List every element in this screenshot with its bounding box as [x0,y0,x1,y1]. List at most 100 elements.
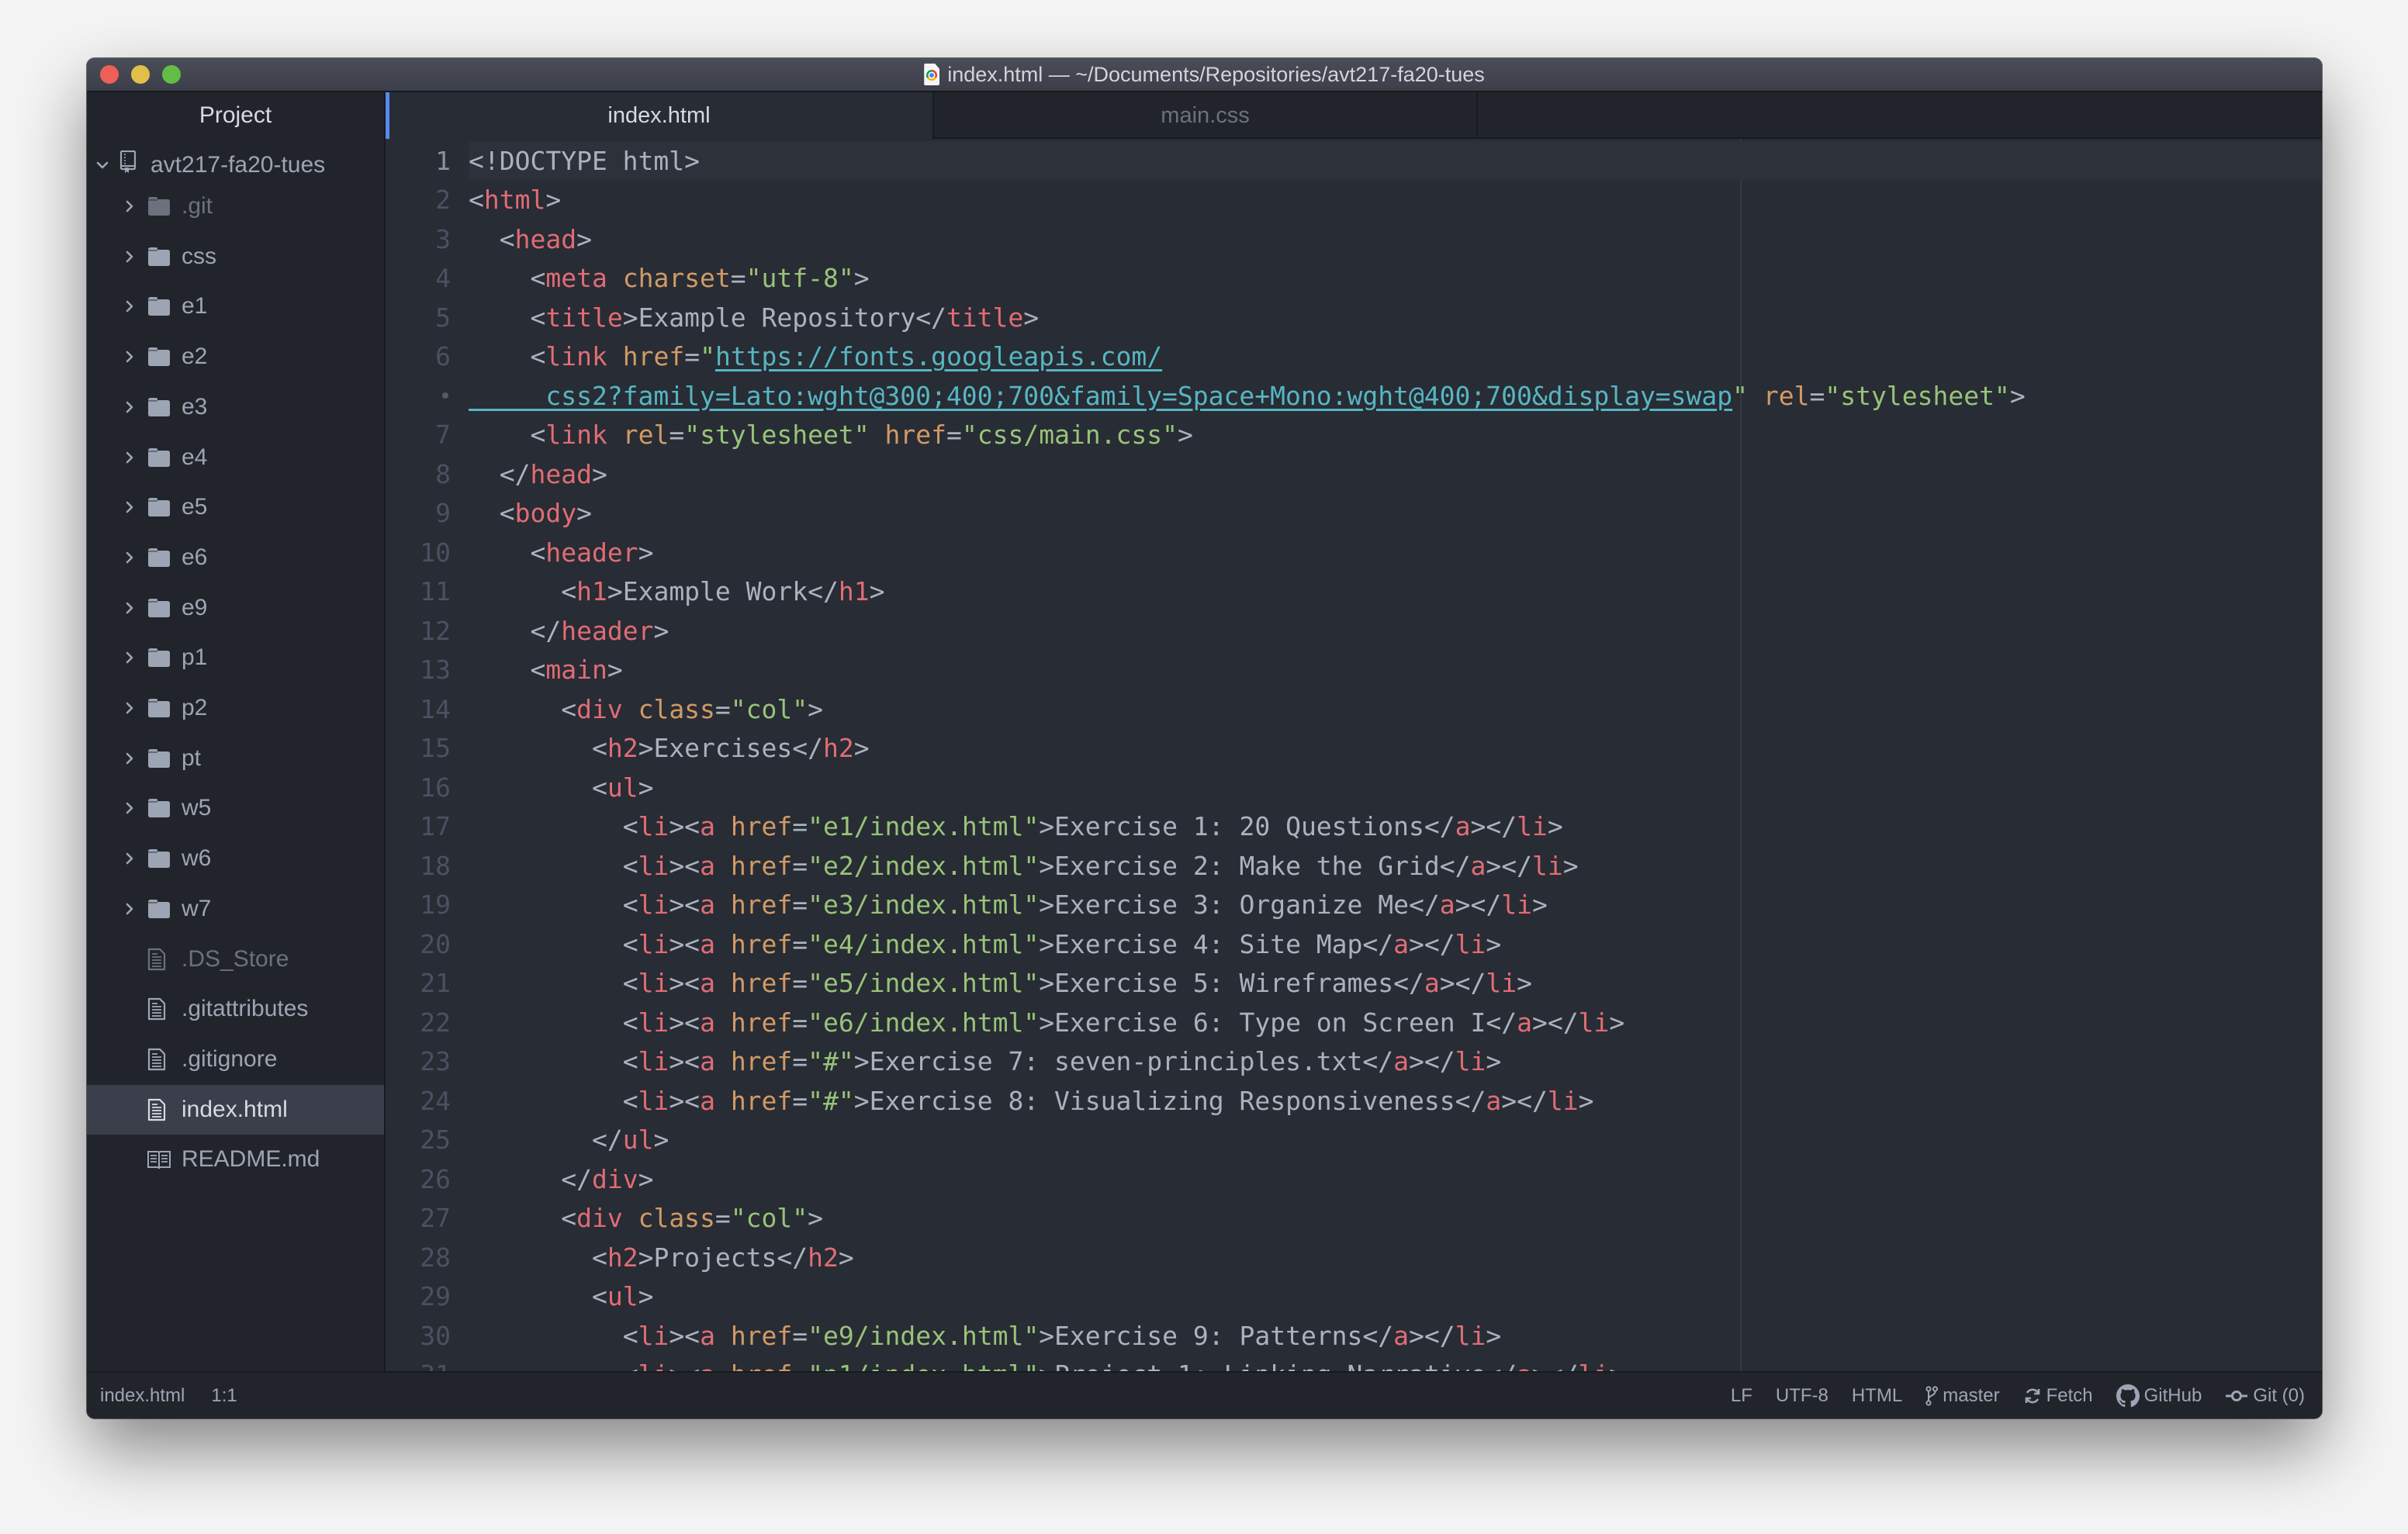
status-line-ending[interactable]: LF [1731,1385,1752,1407]
code-punctuation: ></ [1409,1320,1455,1351]
chevron-right-icon[interactable] [122,700,137,716]
chevron-right-icon[interactable] [122,550,137,565]
tab-index-html[interactable]: index.html [386,92,932,139]
chevron-right-icon[interactable] [122,349,137,364]
status-file-name[interactable]: index.html [100,1385,185,1407]
code-line[interactable]: 21 < li >< a href = "e5/index.html" >Exercise … [386,964,2322,1004]
status-cursor-position[interactable]: 1:1 [211,1385,237,1407]
tree-item-w5[interactable]: w5 [87,783,384,833]
code-editor[interactable]: 1 <!DOCTYPE html> 2 < html >3 < head >4 < meta c… [386,139,2322,1371]
chevron-right-icon[interactable] [122,249,137,264]
code-punctuation: ></ [1409,1046,1455,1077]
code-line[interactable]: 14 < div class = "col" > [386,689,2322,729]
code-line[interactable]: 26 </div > [386,1159,2322,1199]
code-line[interactable]: 18 < li >< a href = "e2/index.html" >Exercise … [386,846,2322,886]
code-line[interactable]: 5 < title >Example Repository</title > [386,298,2322,337]
chevron-right-icon[interactable] [122,901,137,917]
tree-item-p1[interactable]: p1 [87,633,384,682]
code-line[interactable]: 2 < html > [386,181,2322,220]
tree-item-e6[interactable]: e6 [87,533,384,582]
status-branch[interactable]: master [1925,1385,2000,1407]
code-line[interactable]: 10 < header > [386,533,2322,572]
tree-item-e4[interactable]: e4 [87,433,384,482]
code-punctuation: >Project 1: Linking Narrative</ [1039,1360,1517,1371]
code-punctuation: > [1486,1320,1502,1351]
chevron-right-icon[interactable] [122,851,137,866]
code-punctuation: = [792,850,808,881]
line-number: 20 [420,928,451,959]
chevron-right-icon[interactable] [122,450,137,465]
project-panel-header[interactable]: Project [87,92,384,139]
code-line[interactable]: 13 < main > [386,651,2322,690]
code-punctuation: > [1486,1046,1502,1077]
tree-item-e5[interactable]: e5 [87,482,384,532]
tree-item-pt[interactable]: pt [87,734,384,783]
code-punctuation: > [1517,968,1532,999]
chevron-right-icon[interactable] [122,499,137,515]
status-github[interactable]: GitHub [2116,1384,2202,1408]
code-punctuation: >< [669,1007,701,1038]
code-line[interactable]: 6 < link href = " https://fonts.googleapis.c… [386,337,2322,377]
tree-item-index-html[interactable]: index.html [87,1084,384,1135]
soft-wrap-indicator [386,392,451,399]
tree-item-label: e2 [182,344,208,370]
code-line[interactable]: 15 < h2 >Exercises</h2 > [386,729,2322,769]
chevron-right-icon[interactable] [122,751,137,766]
code-line[interactable]: 25 </ul > [386,1121,2322,1160]
status-git[interactable]: Git (0) [2225,1385,2305,1407]
status-encoding[interactable]: UTF-8 [1776,1385,1828,1407]
code-line[interactable]: 8 </head > [386,454,2322,494]
code-url-link[interactable]: https://fonts.googleapis.com/ [715,341,1162,371]
folder-icon [147,598,171,618]
status-fetch[interactable]: Fetch [2023,1385,2093,1407]
code-line[interactable]: 19 < li >< a href = "e3/index.html" >Exercise … [386,886,2322,925]
file-text-icon [147,948,166,971]
tree-item-e1[interactable]: e1 [87,282,384,331]
chevron-down-icon[interactable] [95,157,110,173]
tree-item-p2[interactable]: p2 [87,683,384,733]
chevron-right-icon[interactable] [122,399,137,415]
tree-item-e9[interactable]: e9 [87,583,384,633]
code-line[interactable]: 1 <!DOCTYPE html> [386,141,2322,181]
tree-item-e3[interactable]: e3 [87,382,384,432]
chevron-right-icon[interactable] [122,600,137,616]
tree-item-ds-store[interactable]: .DS_Store [87,935,384,984]
code-attribute: href [730,850,793,881]
status-grammar[interactable]: HTML [1852,1385,1902,1407]
git-branch-icon [1925,1385,1939,1406]
code-line[interactable]: 16 < ul > [386,768,2322,807]
chevron-right-icon[interactable] [122,800,137,816]
tree-item-gitignore[interactable]: .gitignore [87,1035,384,1084]
code-line[interactable]: 3 < head > [386,219,2322,259]
code-line[interactable]: 28 < h2 >Projects</h2 > [386,1238,2322,1277]
tree-item-css[interactable]: css [87,232,384,282]
code-line[interactable]: 31 <li><a href="p1/index.html">Project 1… [386,1356,2322,1371]
tree-item-w7[interactable]: w7 [87,884,384,934]
code-line[interactable]: 9 < body > [386,494,2322,534]
code-tag: a [1393,928,1410,959]
code-text: < main > [469,651,2322,690]
code-url-link[interactable]: css2?family=Lato:wght@300;400;700&family… [469,381,1732,411]
code-line-wrapped[interactable]: css2?family=Lato:wght@300;400;700&family… [386,376,2322,416]
chevron-right-icon[interactable] [122,299,137,314]
code-line[interactable]: 7 < link rel = "stylesheet" href = "css/main.… [386,416,2322,455]
code-line[interactable]: 24 < li >< a href = "#" >Exercise 8: Visualizi… [386,1081,2322,1121]
code-line[interactable]: 12 </header > [386,611,2322,651]
code-line[interactable]: 20 < li >< a href = "e4/index.html" >Exercise … [386,924,2322,964]
code-line[interactable]: 22 < li >< a href = "e6/index.html" >Exercise … [386,1003,2322,1042]
chevron-right-icon[interactable] [122,650,137,665]
code-line[interactable]: 4 < meta charset = "utf-8" > [386,259,2322,299]
tree-item-git[interactable]: .git [87,181,384,231]
tree-item-readme-md[interactable]: README.md [87,1135,384,1184]
tab-main-css[interactable]: main.css [932,92,1478,139]
code-line[interactable]: 30 < li >< a href = "e9/index.html" >Exercise … [386,1316,2322,1356]
code-line[interactable]: 27 < div class = "col" > [386,1199,2322,1239]
tree-item-gitattributes[interactable]: .gitattributes [87,984,384,1034]
code-line[interactable]: 17 < li >< a href = "e1/index.html" >Exercise … [386,807,2322,847]
tree-item-w6[interactable]: w6 [87,834,384,883]
tree-item-e2[interactable]: e2 [87,332,384,382]
code-line[interactable]: 23 < li >< a href = "#" >Exercise 7: seven-pri… [386,1042,2322,1082]
code-line[interactable]: 29 < ul > [386,1277,2322,1317]
code-line[interactable]: 11 < h1 >Example Work</h1 > [386,572,2322,612]
chevron-right-icon[interactable] [122,199,137,214]
